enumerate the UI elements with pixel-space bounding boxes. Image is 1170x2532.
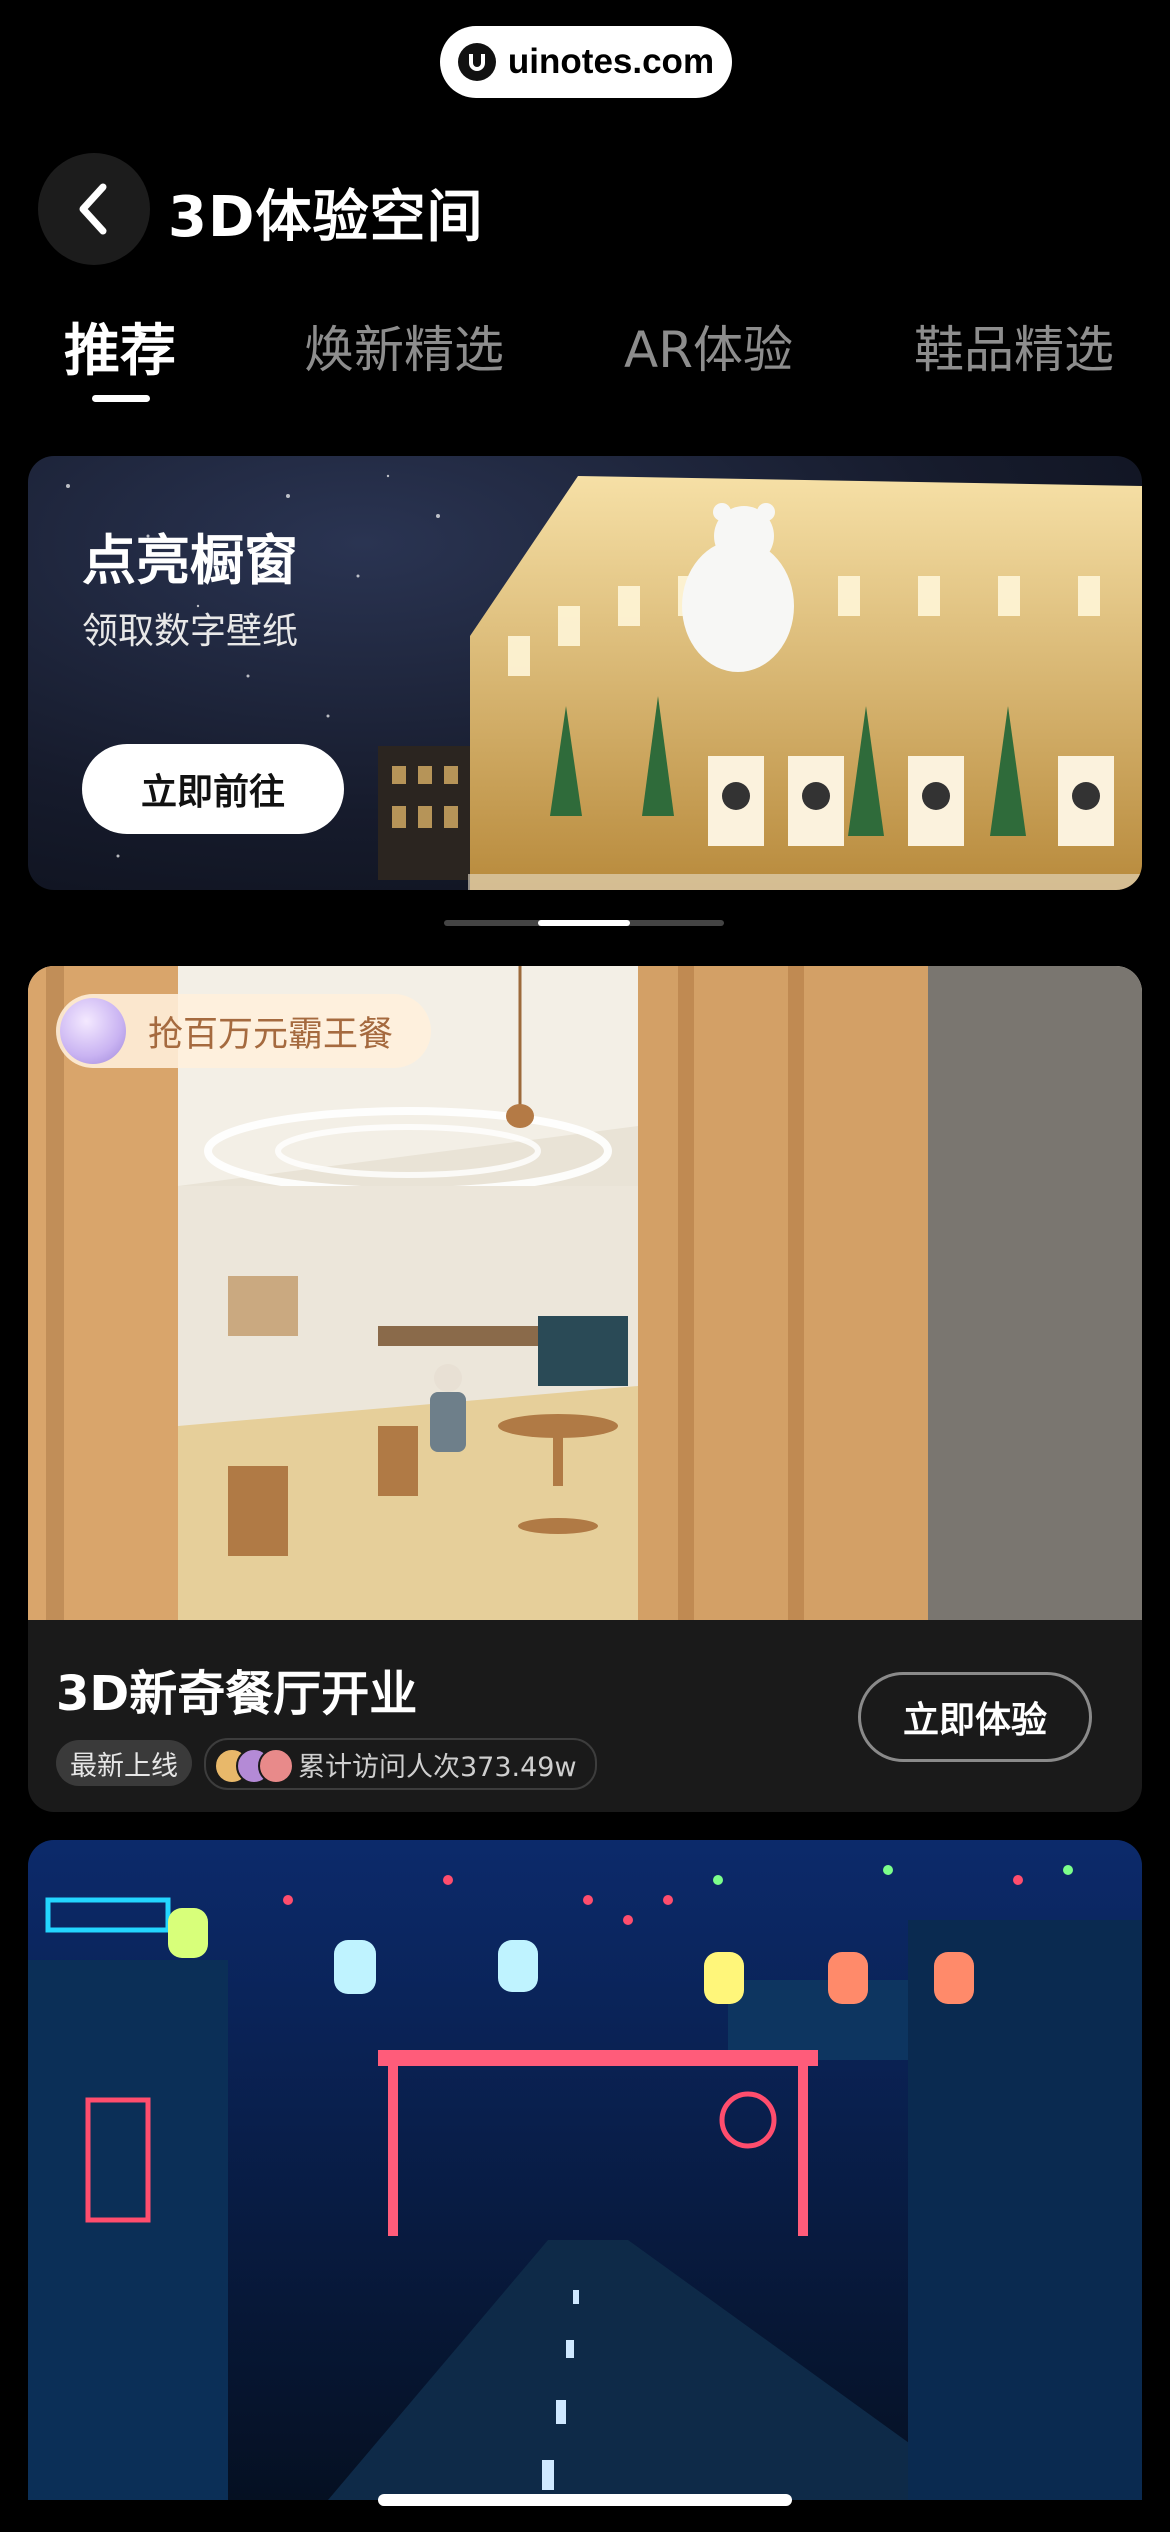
promo-banner[interactable]: 点亮橱窗 领取数字壁纸 立即前往: [28, 456, 1142, 890]
mascot-avatar-icon: [60, 998, 126, 1064]
card-title: 3D新奇餐厅开业: [56, 1666, 418, 1722]
category-tabs: 推荐 焕新精选 AR体验 鞋品精选: [0, 310, 1170, 410]
banner-go-button[interactable]: 立即前往: [82, 744, 344, 834]
avatar: [258, 1748, 294, 1784]
banner-subtitle: 领取数字壁纸: [82, 611, 299, 652]
chevron-left-icon: [79, 183, 107, 235]
promo-badge[interactable]: 抢百万元霸王餐: [56, 994, 432, 1068]
new-release-tag: 最新上线: [56, 1740, 192, 1786]
visit-count-text: 累计访问人次373.49w: [298, 1751, 577, 1783]
tab-shoe-picks[interactable]: 鞋品精选: [914, 310, 1114, 382]
experience-card-restaurant[interactable]: 抢百万元霸王餐 3D新奇餐厅开业 最新上线 累计访问人次373.49w 立即体验: [28, 966, 1142, 1812]
banner-pager: [444, 920, 724, 926]
cyber-street-3d-scene: [28, 1840, 1142, 2500]
visit-count-badge: 累计访问人次373.49w: [204, 1738, 597, 1790]
tab-ar-experience[interactable]: AR体验: [624, 310, 793, 382]
illuminated-building-illustration: [378, 476, 1142, 890]
tab-active-indicator: [92, 395, 150, 402]
home-indicator: [378, 2494, 792, 2506]
promo-badge-label: 抢百万元霸王餐: [148, 1014, 394, 1055]
try-now-button[interactable]: 立即体验: [858, 1672, 1092, 1762]
tab-new-picks[interactable]: 焕新精选: [304, 310, 504, 382]
experience-card-cyber-street[interactable]: [28, 1840, 1142, 2500]
banner-title: 点亮橱窗: [82, 529, 298, 592]
tab-recommend[interactable]: 推荐: [64, 306, 176, 387]
pager-active-dot: [538, 920, 630, 926]
seated-figure: [430, 1364, 466, 1452]
watermark-pill: uinotes.com: [440, 26, 732, 98]
watermark-text: uinotes.com: [507, 42, 715, 81]
uinotes-logo-icon: [457, 43, 496, 81]
back-button[interactable]: [38, 153, 150, 265]
page-title: 3D体验空间: [168, 185, 484, 250]
